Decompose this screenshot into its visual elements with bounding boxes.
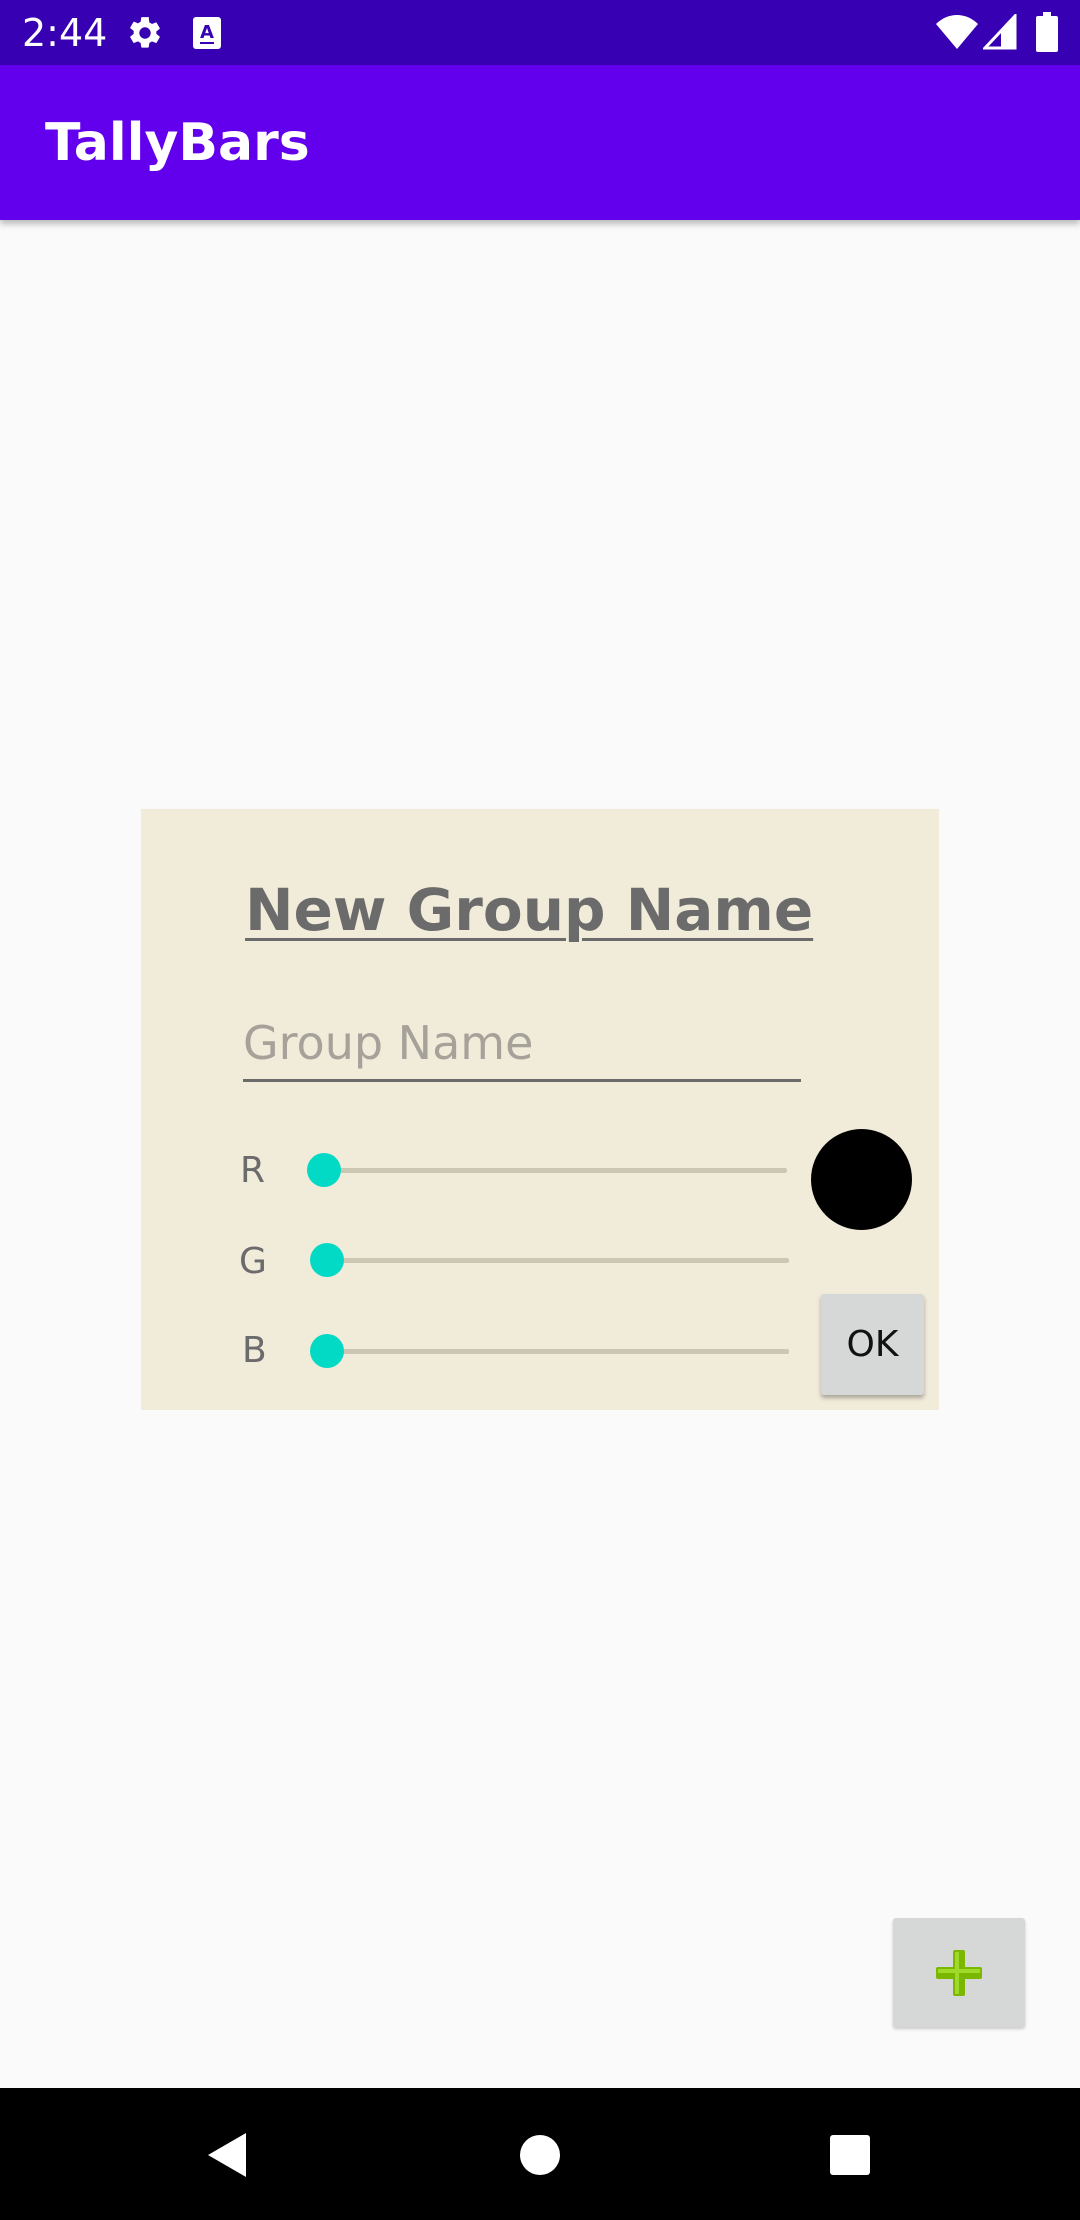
app-title: TallyBars: [45, 113, 310, 173]
recents-icon[interactable]: [820, 2125, 880, 2185]
slider-label-b: B: [242, 1330, 267, 1371]
group-name-input[interactable]: [243, 1007, 801, 1082]
blue-slider[interactable]: [327, 1349, 789, 1354]
keyboard-a-icon: A: [193, 17, 221, 49]
red-slider[interactable]: [325, 1168, 787, 1173]
green-slider-thumb[interactable]: [310, 1243, 344, 1277]
signal-icon: [983, 14, 1017, 50]
slider-label-r: R: [240, 1150, 266, 1191]
add-group-button[interactable]: [893, 1918, 1025, 2027]
red-slider-thumb[interactable]: [307, 1153, 341, 1187]
new-group-dialog: New Group Name R G B OK: [141, 809, 939, 1410]
back-icon[interactable]: [196, 2125, 256, 2185]
home-icon[interactable]: [510, 2125, 570, 2185]
dialog-title: New Group Name: [245, 876, 814, 944]
wifi-icon: [936, 15, 978, 49]
blue-slider-thumb[interactable]: [310, 1334, 344, 1368]
navigation-bar: [0, 2088, 1080, 2220]
app-bar: TallyBars: [0, 65, 1080, 220]
battery-icon: [1036, 12, 1058, 52]
settings-icon: [130, 17, 160, 48]
green-slider[interactable]: [327, 1258, 789, 1263]
status-bar: 2:44 A: [0, 0, 1080, 65]
slider-label-g: G: [239, 1241, 267, 1282]
status-time: 2:44: [22, 11, 108, 55]
plus-icon: [936, 1950, 982, 1996]
svg-text:A: A: [200, 22, 214, 43]
color-preview: [811, 1129, 912, 1230]
ok-button[interactable]: OK: [821, 1294, 924, 1395]
